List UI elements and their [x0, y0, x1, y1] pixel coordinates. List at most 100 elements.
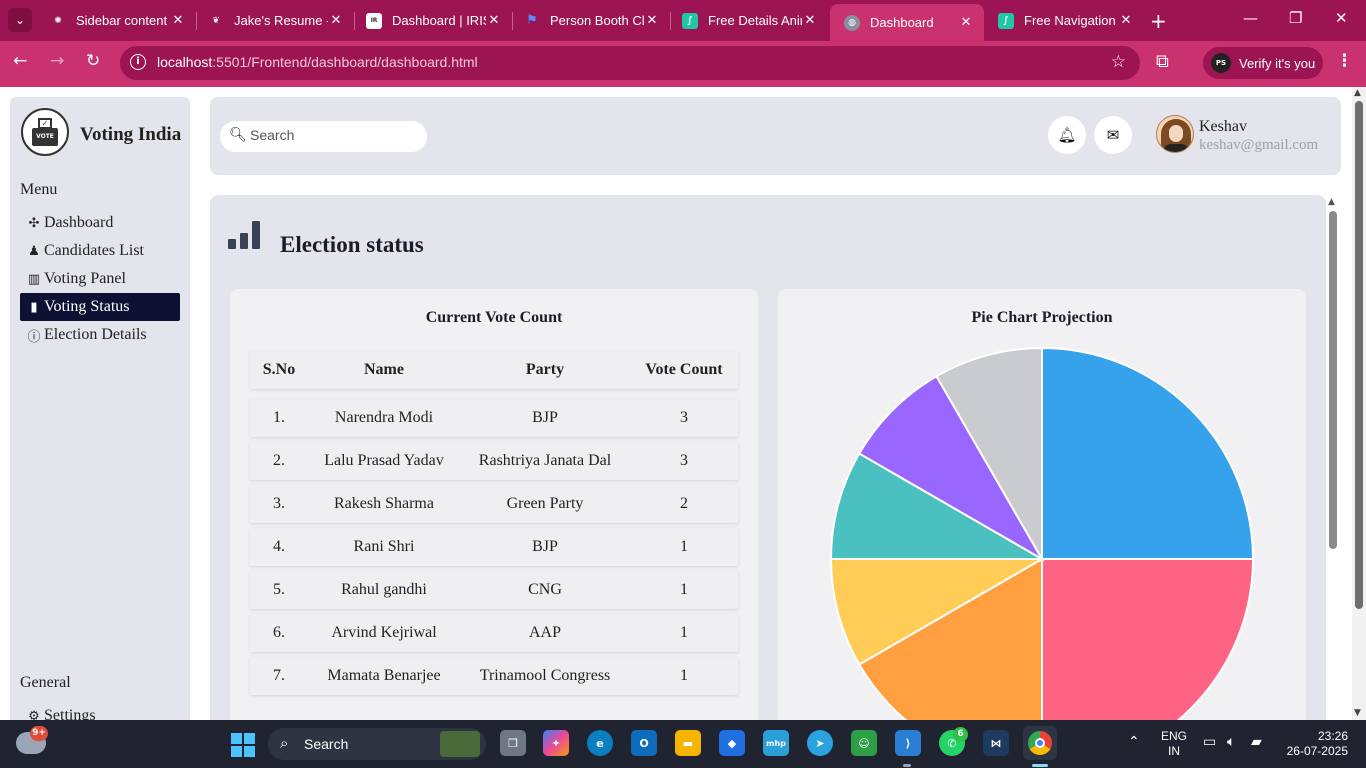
network-icon[interactable]: ▭ [1203, 734, 1216, 750]
table-row: 4. Rani Shri BJP 1 [250, 528, 738, 566]
taskbar: 9+ ⌕ Search ❐ ✦ e O ▬ ◆ mhp ➤ ☺ ⟩ ✆ 6 ⋈ … [0, 720, 1366, 768]
scroll-up-icon[interactable]: ▲ [1354, 88, 1361, 98]
avatar[interactable] [1156, 115, 1194, 153]
sidebar-item-label: Settings [44, 707, 96, 720]
browser-tab-active[interactable]: ◍ Dashboard ✕ [830, 4, 984, 41]
browser-tab[interactable]: IR Dashboard | IRIS ✕ [352, 0, 512, 41]
reload-icon[interactable]: ↻ [86, 51, 100, 71]
dropbox-icon[interactable]: ◆ [719, 730, 745, 756]
back-icon[interactable]: ← [13, 51, 27, 71]
bell-icon[interactable]: 🔔︎ [1048, 116, 1086, 154]
cell-name: Rani Shri [353, 538, 415, 555]
cell-party: Rashtriya Janata Dal [478, 452, 612, 469]
outlook-icon[interactable]: O [631, 730, 657, 756]
copilot-icon[interactable]: ✦ [543, 730, 569, 756]
close-tab-icon[interactable]: ✕ [958, 15, 974, 30]
browser-tab[interactable]: ∫ Free Navigation ✕ [984, 0, 1144, 41]
bookmark-star-icon[interactable]: ☆ [1111, 52, 1126, 72]
site-info-icon[interactable]: i [130, 54, 146, 70]
file-explorer-icon[interactable]: ▬ [675, 730, 701, 756]
close-tab-icon[interactable]: ✕ [802, 13, 818, 28]
cell-vote-count: 1 [680, 624, 688, 641]
tab-search-menu-icon[interactable]: ⌄ [8, 8, 32, 32]
browser-tab[interactable]: ✺ Sidebar content ✕ [36, 0, 196, 41]
tab-title: Sidebar content [76, 13, 168, 28]
voting-panel-icon: ▥ [27, 271, 41, 287]
cell-vote-count: 3 [680, 409, 688, 426]
menu-section-label: Menu [20, 181, 58, 198]
forward-icon[interactable]: → [50, 51, 64, 71]
tray-overflow-icon[interactable]: ⌃ [1128, 734, 1140, 750]
cell-party: BJP [532, 409, 558, 426]
windows-start-icon[interactable] [231, 733, 255, 757]
table-row: 3. Rakesh Sharma Green Party 2 [250, 485, 738, 523]
cell-sno: 4. [273, 538, 285, 555]
new-tab-icon[interactable]: + [1150, 9, 1167, 33]
sidebar-item-dashboard[interactable]: ✣ Dashboard [20, 209, 180, 237]
network-tool-icon[interactable]: ⋈ [983, 730, 1009, 756]
search-box[interactable]: 🔍︎ [220, 121, 427, 152]
taskbar-search-label: Search [304, 736, 349, 752]
restore-icon[interactable]: ❐ [1289, 9, 1302, 27]
mylib-icon[interactable]: mhp [763, 730, 789, 756]
browser-menu-icon[interactable]: ⋮ [1336, 51, 1353, 71]
browser-tab[interactable]: ∫ Free Details Anim ✕ [668, 0, 828, 41]
search-input[interactable] [250, 127, 420, 143]
sidebar-item-label: Voting Status [44, 298, 130, 315]
chrome-icon[interactable] [1023, 726, 1057, 760]
close-tab-icon[interactable]: ✕ [644, 13, 660, 28]
minimize-icon[interactable]: — [1243, 9, 1258, 27]
taskbar-search[interactable]: ⌕ Search [268, 728, 486, 760]
vscode-icon[interactable]: ⟩ [895, 730, 921, 756]
close-window-icon[interactable]: ✕ [1335, 9, 1348, 27]
pie-chart [829, 346, 1255, 720]
cell-sno: 5. [273, 581, 285, 598]
scroll-down-icon[interactable]: ▼ [1354, 708, 1361, 718]
gear-icon: ⚙ [28, 708, 40, 721]
verify-profile-button[interactable]: PS Verify it's you [1203, 47, 1323, 79]
tab-title: Dashboard [870, 15, 934, 30]
tab-title: Dashboard | IRIS [392, 13, 486, 28]
sidebar-item-candidates-list[interactable]: ♟ Candidates List [20, 237, 180, 265]
sidebar-item-voting-panel[interactable]: ▥ Voting Panel [20, 265, 180, 293]
telegram-icon[interactable]: ➤ [807, 730, 833, 756]
user-email: keshav@gmail.com [1199, 137, 1319, 153]
tab-title: Free Details Anim [708, 13, 802, 28]
pie-slice-1[interactable] [1041, 346, 1255, 560]
browser-tab[interactable]: ⚑ Person Booth Cl ✕ [510, 0, 670, 41]
sidebar-item-settings[interactable]: ⚙ Settings [20, 702, 180, 720]
pie-slice-2[interactable] [1041, 558, 1255, 720]
clock[interactable]: 23:26 26-07-2025 [1284, 729, 1348, 759]
panel-scrollbar-thumb[interactable] [1329, 211, 1337, 549]
sidebar-item-voting-status[interactable]: ▮ Voting Status [20, 293, 180, 321]
search-highlight-image [440, 731, 480, 757]
cell-party: BJP [532, 538, 558, 555]
openai-icon: ✺ [54, 15, 62, 26]
battery-icon[interactable]: ▰ [1251, 734, 1262, 750]
close-tab-icon[interactable]: ✕ [170, 13, 186, 28]
window-scrollbar-thumb[interactable] [1355, 101, 1363, 609]
window-scrollbar[interactable]: ▲ ▼ [1352, 87, 1366, 720]
volume-icon[interactable]: 🔈︎ [1227, 734, 1235, 750]
language-indicator[interactable]: ENG IN [1161, 729, 1187, 759]
page-viewport: ✓ VOTE Voting India Menu ✣ Dashboard ♟ C… [0, 87, 1366, 720]
info-icon: ⓘ [27, 329, 41, 345]
url-text[interactable]: localhost:5501/Frontend/dashboard/dashbo… [157, 54, 478, 70]
tab-title: Free Navigation [1024, 13, 1116, 28]
game-app-icon[interactable]: ☺ [851, 730, 877, 756]
address-bar[interactable]: i localhost:5501/Frontend/dashboard/dash… [120, 46, 1140, 80]
close-tab-icon[interactable]: ✕ [1118, 13, 1134, 28]
pie-chart-card: Pie Chart Projection [778, 289, 1306, 720]
mail-icon[interactable]: ✉ [1094, 116, 1132, 154]
cell-party: Green Party [506, 495, 584, 512]
close-tab-icon[interactable]: ✕ [486, 13, 502, 28]
edge-icon[interactable]: e [587, 730, 613, 756]
task-view-icon[interactable]: ❐ [500, 730, 526, 756]
extensions-icon[interactable]: ⧉ [1156, 51, 1169, 72]
close-tab-icon[interactable]: ✕ [328, 13, 344, 28]
browser-tab[interactable]: ❦ Jake's Resume - ✕ [194, 0, 354, 41]
cell-vote-count: 3 [680, 452, 688, 469]
general-section-label: General [20, 674, 71, 691]
sidebar-item-election-details[interactable]: ⓘ Election Details [20, 321, 180, 349]
panel-scroll-up-icon[interactable]: ▲ [1328, 197, 1335, 207]
